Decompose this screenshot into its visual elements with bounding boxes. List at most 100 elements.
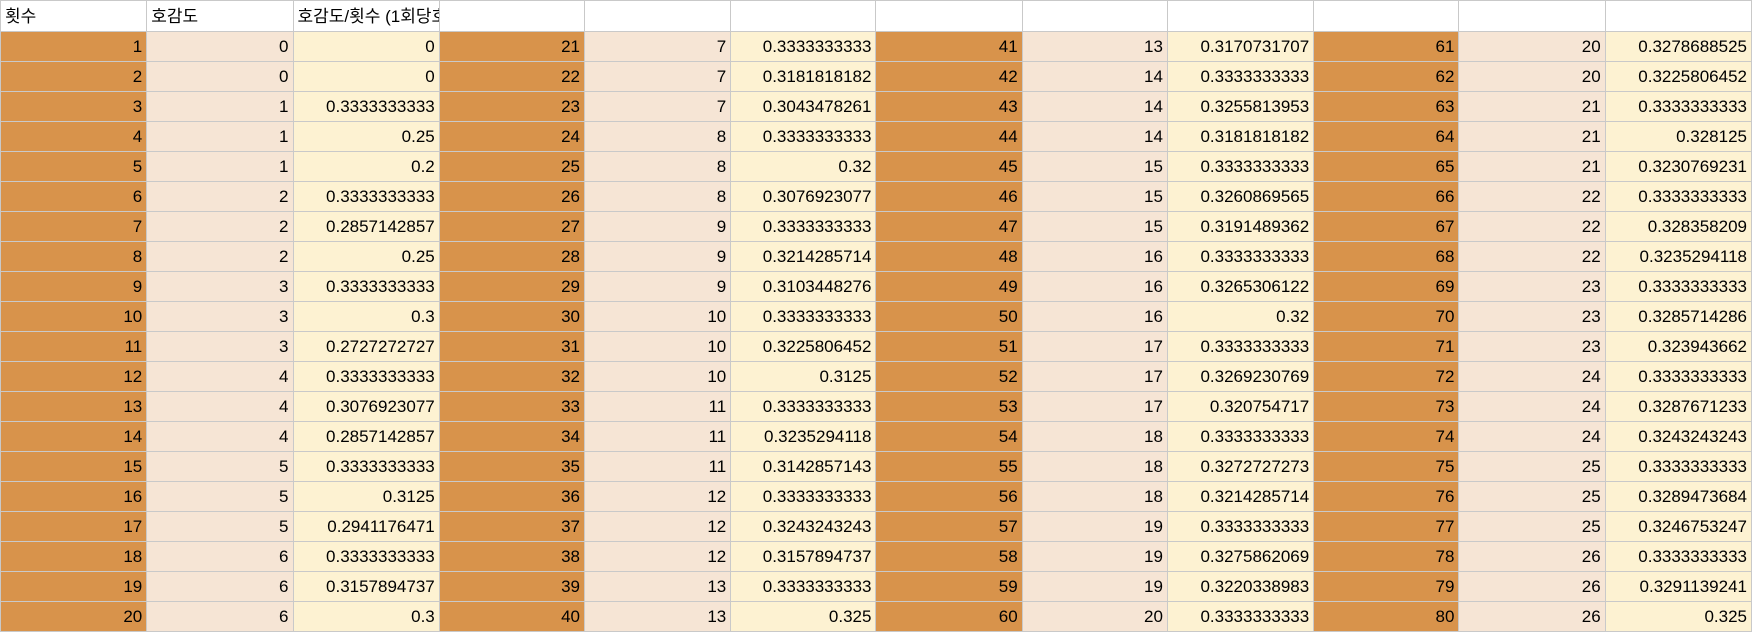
ratio-cell[interactable]: 0.3 bbox=[292, 601, 440, 632]
ratio-cell[interactable]: 0.3265306122 bbox=[1166, 271, 1315, 302]
affinity-cell[interactable]: 12 bbox=[583, 541, 732, 572]
affinity-cell[interactable]: 14 bbox=[1021, 91, 1168, 122]
count-cell[interactable]: 1 bbox=[0, 31, 148, 62]
affinity-cell[interactable]: 7 bbox=[583, 31, 732, 62]
affinity-cell[interactable]: 8 bbox=[583, 121, 732, 152]
count-cell[interactable]: 10 bbox=[0, 301, 148, 332]
ratio-cell[interactable]: 0.325 bbox=[730, 601, 877, 632]
affinity-cell[interactable]: 26 bbox=[1458, 571, 1606, 602]
affinity-cell[interactable]: 12 bbox=[583, 511, 732, 542]
count-cell[interactable]: 37 bbox=[438, 511, 585, 542]
ratio-cell[interactable]: 0.3333333333 bbox=[1166, 421, 1315, 452]
count-cell[interactable]: 56 bbox=[875, 481, 1023, 512]
affinity-cell[interactable]: 0 bbox=[146, 61, 294, 92]
header-cell[interactable] bbox=[1604, 0, 1752, 32]
affinity-cell[interactable]: 6 bbox=[146, 571, 294, 602]
count-cell[interactable]: 79 bbox=[1313, 571, 1460, 602]
count-cell[interactable]: 70 bbox=[1313, 301, 1460, 332]
count-cell[interactable]: 16 bbox=[0, 481, 148, 512]
count-cell[interactable]: 49 bbox=[875, 271, 1023, 302]
ratio-cell[interactable]: 0.3142857143 bbox=[730, 451, 877, 482]
count-cell[interactable]: 58 bbox=[875, 541, 1023, 572]
count-cell[interactable]: 28 bbox=[438, 241, 585, 272]
ratio-cell[interactable]: 0.3333333333 bbox=[730, 481, 877, 512]
affinity-cell[interactable]: 10 bbox=[583, 331, 732, 362]
affinity-cell[interactable]: 9 bbox=[583, 241, 732, 272]
count-cell[interactable]: 69 bbox=[1313, 271, 1460, 302]
ratio-cell[interactable]: 0.2727272727 bbox=[292, 331, 440, 362]
affinity-cell[interactable]: 15 bbox=[1021, 151, 1168, 182]
affinity-cell[interactable]: 21 bbox=[1458, 91, 1606, 122]
affinity-cell[interactable]: 17 bbox=[1021, 391, 1168, 422]
affinity-cell[interactable]: 3 bbox=[146, 301, 294, 332]
ratio-cell[interactable]: 0.3333333333 bbox=[292, 451, 440, 482]
header-cell[interactable] bbox=[438, 0, 585, 32]
ratio-cell[interactable]: 0.3043478261 bbox=[730, 91, 877, 122]
count-cell[interactable]: 75 bbox=[1313, 451, 1460, 482]
affinity-cell[interactable]: 24 bbox=[1458, 391, 1606, 422]
ratio-cell[interactable]: 0.3235294118 bbox=[1604, 241, 1752, 272]
ratio-cell[interactable]: 0.3235294118 bbox=[730, 421, 877, 452]
affinity-cell[interactable]: 19 bbox=[1021, 541, 1168, 572]
count-cell[interactable]: 64 bbox=[1313, 121, 1460, 152]
header-cell[interactable]: 횟수 bbox=[0, 0, 148, 32]
count-cell[interactable]: 33 bbox=[438, 391, 585, 422]
ratio-cell[interactable]: 0.325 bbox=[1604, 601, 1752, 632]
affinity-cell[interactable]: 5 bbox=[146, 451, 294, 482]
count-cell[interactable]: 11 bbox=[0, 331, 148, 362]
ratio-cell[interactable]: 0 bbox=[292, 31, 440, 62]
count-cell[interactable]: 71 bbox=[1313, 331, 1460, 362]
count-cell[interactable]: 31 bbox=[438, 331, 585, 362]
count-cell[interactable]: 4 bbox=[0, 121, 148, 152]
count-cell[interactable]: 60 bbox=[875, 601, 1023, 632]
affinity-cell[interactable]: 18 bbox=[1021, 421, 1168, 452]
header-cell[interactable] bbox=[1021, 0, 1168, 32]
ratio-cell[interactable]: 0.3278688525 bbox=[1604, 31, 1752, 62]
ratio-cell[interactable]: 0.3246753247 bbox=[1604, 511, 1752, 542]
count-cell[interactable]: 24 bbox=[438, 121, 585, 152]
ratio-cell[interactable]: 0.3333333333 bbox=[1166, 241, 1315, 272]
affinity-cell[interactable]: 6 bbox=[146, 541, 294, 572]
ratio-cell[interactable]: 0.3220338983 bbox=[1166, 571, 1315, 602]
count-cell[interactable]: 53 bbox=[875, 391, 1023, 422]
ratio-cell[interactable]: 0.3333333333 bbox=[1604, 271, 1752, 302]
ratio-cell[interactable]: 0.3333333333 bbox=[1604, 91, 1752, 122]
affinity-cell[interactable]: 15 bbox=[1021, 181, 1168, 212]
ratio-cell[interactable]: 0 bbox=[292, 61, 440, 92]
affinity-cell[interactable]: 6 bbox=[146, 601, 294, 632]
count-cell[interactable]: 78 bbox=[1313, 541, 1460, 572]
ratio-cell[interactable]: 0.32 bbox=[730, 151, 877, 182]
affinity-cell[interactable]: 25 bbox=[1458, 511, 1606, 542]
count-cell[interactable]: 47 bbox=[875, 211, 1023, 242]
affinity-cell[interactable]: 11 bbox=[583, 451, 732, 482]
count-cell[interactable]: 42 bbox=[875, 61, 1023, 92]
ratio-cell[interactable]: 0.3125 bbox=[292, 481, 440, 512]
ratio-cell[interactable]: 0.2857142857 bbox=[292, 211, 440, 242]
header-cell[interactable] bbox=[1166, 0, 1315, 32]
affinity-cell[interactable]: 9 bbox=[583, 211, 732, 242]
ratio-cell[interactable]: 0.3333333333 bbox=[730, 301, 877, 332]
affinity-cell[interactable]: 21 bbox=[1458, 151, 1606, 182]
affinity-cell[interactable]: 26 bbox=[1458, 541, 1606, 572]
ratio-cell[interactable]: 0.3076923077 bbox=[292, 391, 440, 422]
ratio-cell[interactable]: 0.2 bbox=[292, 151, 440, 182]
ratio-cell[interactable]: 0.3333333333 bbox=[1604, 361, 1752, 392]
count-cell[interactable]: 50 bbox=[875, 301, 1023, 332]
affinity-cell[interactable]: 2 bbox=[146, 211, 294, 242]
ratio-cell[interactable]: 0.25 bbox=[292, 241, 440, 272]
ratio-cell[interactable]: 0.3289473684 bbox=[1604, 481, 1752, 512]
ratio-cell[interactable]: 0.3333333333 bbox=[730, 121, 877, 152]
ratio-cell[interactable]: 0.3333333333 bbox=[730, 211, 877, 242]
count-cell[interactable]: 51 bbox=[875, 331, 1023, 362]
affinity-cell[interactable]: 10 bbox=[583, 361, 732, 392]
affinity-cell[interactable]: 11 bbox=[583, 391, 732, 422]
header-cell[interactable] bbox=[1313, 0, 1460, 32]
affinity-cell[interactable]: 26 bbox=[1458, 601, 1606, 632]
ratio-cell[interactable]: 0.3230769231 bbox=[1604, 151, 1752, 182]
ratio-cell[interactable]: 0.3243243243 bbox=[1604, 421, 1752, 452]
ratio-cell[interactable]: 0.3333333333 bbox=[292, 271, 440, 302]
count-cell[interactable]: 25 bbox=[438, 151, 585, 182]
ratio-cell[interactable]: 0.3333333333 bbox=[292, 361, 440, 392]
header-cell[interactable] bbox=[730, 0, 877, 32]
count-cell[interactable]: 32 bbox=[438, 361, 585, 392]
